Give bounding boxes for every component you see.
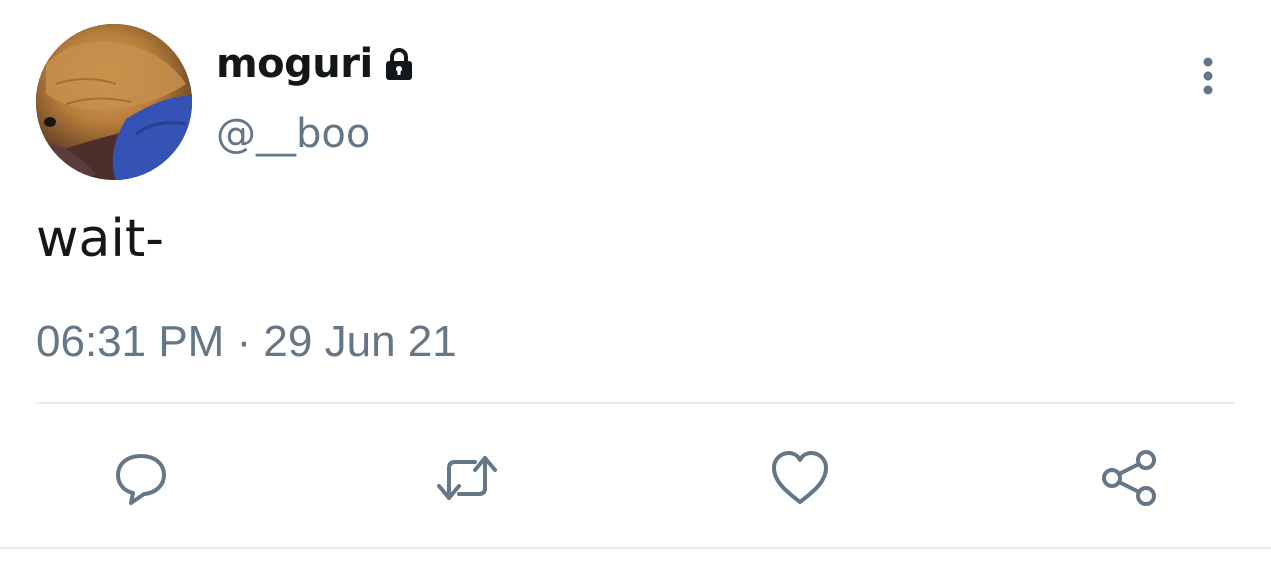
retweet-icon: [437, 456, 497, 500]
more-options-button[interactable]: [1188, 52, 1228, 100]
reply-button[interactable]: [105, 442, 177, 514]
divider: [36, 402, 1235, 404]
user-handle[interactable]: @__boo: [216, 108, 370, 160]
bottom-divider: [0, 547, 1271, 549]
retweet-button[interactable]: [431, 442, 503, 514]
more-vertical-icon: [1203, 57, 1213, 95]
display-name-row: moguri: [216, 38, 417, 90]
tweet-detail: moguri @__boo wait- 06:31 PM · 29 Jun 21: [0, 0, 1271, 567]
lock-icon: [381, 46, 417, 82]
display-name[interactable]: moguri: [216, 38, 373, 90]
like-button[interactable]: [764, 442, 836, 514]
heart-icon: [772, 451, 828, 504]
share-button[interactable]: [1094, 442, 1166, 514]
share-icon: [1102, 450, 1156, 506]
avatar-image: [36, 24, 192, 180]
reply-icon: [116, 454, 166, 505]
tweet-timestamp[interactable]: 06:31 PM · 29 Jun 21: [36, 316, 457, 368]
avatar[interactable]: [36, 24, 192, 180]
tweet-text: wait-: [36, 209, 164, 269]
